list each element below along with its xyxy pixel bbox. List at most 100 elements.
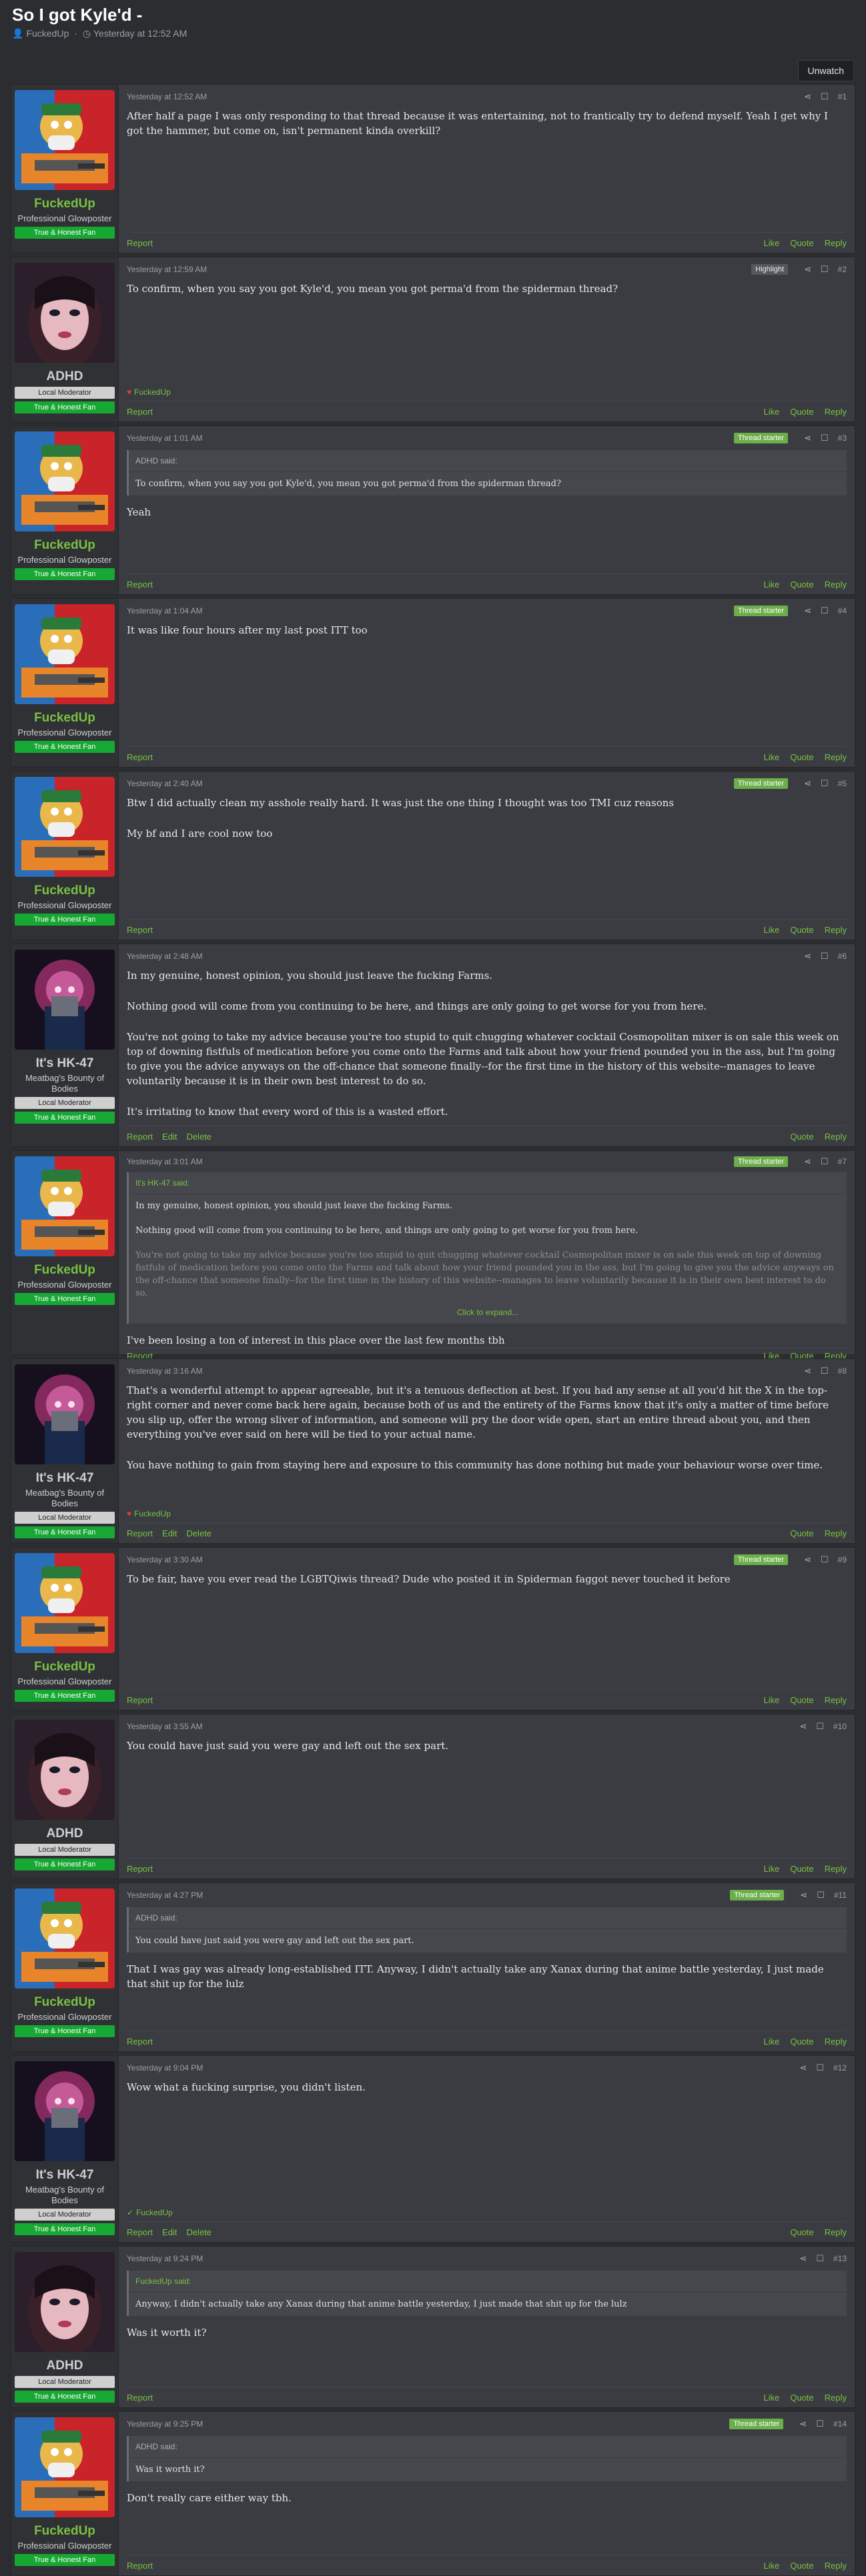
- post-number[interactable]: #10: [833, 1722, 847, 1731]
- avatar[interactable]: [15, 1553, 115, 1653]
- share-icon[interactable]: ⋖: [799, 2063, 807, 2073]
- unwatch-button[interactable]: Unwatch: [797, 60, 854, 81]
- quote-button[interactable]: Quote: [790, 1132, 813, 1142]
- bookmark-icon[interactable]: ☐: [816, 1721, 824, 1732]
- share-icon[interactable]: ⋖: [804, 605, 811, 616]
- edit-link[interactable]: Edit: [162, 1132, 177, 1142]
- post-number[interactable]: #4: [838, 606, 847, 615]
- bookmark-icon[interactable]: ☐: [821, 1366, 829, 1376]
- reply-button[interactable]: Reply: [825, 2393, 847, 2403]
- avatar[interactable]: [15, 90, 115, 190]
- like-button[interactable]: Like: [763, 407, 779, 417]
- post-number[interactable]: #8: [838, 1366, 847, 1376]
- post-number[interactable]: #3: [838, 433, 847, 443]
- reply-button[interactable]: Reply: [825, 1132, 847, 1142]
- like-button[interactable]: Like: [763, 2561, 779, 2571]
- post-date[interactable]: Yesterday at 9:24 PM: [127, 2254, 790, 2263]
- share-icon[interactable]: ⋖: [804, 1156, 811, 1167]
- like-button[interactable]: Like: [763, 1695, 779, 1705]
- avatar[interactable]: [15, 950, 115, 1050]
- post-number[interactable]: #13: [833, 2254, 847, 2263]
- username[interactable]: FuckedUp: [11, 884, 118, 898]
- report-link[interactable]: Report: [127, 1864, 153, 1874]
- username[interactable]: FuckedUp: [11, 1660, 118, 1674]
- quote-button[interactable]: Quote: [790, 407, 813, 417]
- share-icon[interactable]: ⋖: [799, 1721, 807, 1732]
- reply-button[interactable]: Reply: [825, 2561, 847, 2571]
- reaction-bar[interactable]: ♥ FuckedUp: [127, 383, 847, 401]
- quote-author[interactable]: It's HK-47 said:: [129, 1172, 847, 1194]
- like-button[interactable]: Like: [763, 925, 779, 935]
- quote-button[interactable]: Quote: [790, 1695, 813, 1705]
- thread-author[interactable]: FuckedUp: [26, 28, 69, 39]
- report-link[interactable]: Report: [127, 1695, 153, 1705]
- avatar[interactable]: [15, 2252, 115, 2352]
- delete-link[interactable]: Delete: [186, 2227, 211, 2237]
- username[interactable]: It's HK-47: [11, 1056, 118, 1071]
- share-icon[interactable]: ⋖: [804, 1366, 811, 1376]
- avatar[interactable]: [15, 2417, 115, 2517]
- avatar[interactable]: [15, 263, 115, 363]
- post-number[interactable]: #5: [838, 779, 847, 788]
- share-icon[interactable]: ⋖: [804, 264, 811, 275]
- username[interactable]: FuckedUp: [11, 711, 118, 726]
- bookmark-icon[interactable]: ☐: [821, 605, 829, 616]
- report-link[interactable]: Report: [127, 1132, 153, 1142]
- reply-button[interactable]: Reply: [825, 925, 847, 935]
- bookmark-icon[interactable]: ☐: [816, 2419, 824, 2429]
- bookmark-icon[interactable]: ☐: [821, 778, 829, 789]
- post-date[interactable]: Yesterday at 3:01 AM: [127, 1157, 734, 1166]
- bookmark-icon[interactable]: ☐: [821, 1554, 829, 1565]
- quote-button[interactable]: Quote: [790, 238, 813, 248]
- post-number[interactable]: #2: [838, 265, 847, 274]
- reaction-user[interactable]: FuckedUp: [136, 2208, 173, 2217]
- username[interactable]: FuckedUp: [11, 1995, 118, 2010]
- report-link[interactable]: Report: [127, 752, 153, 762]
- thread-date[interactable]: Yesterday at 12:52 AM: [93, 28, 187, 39]
- bookmark-icon[interactable]: ☐: [816, 2253, 824, 2264]
- share-icon[interactable]: ⋖: [800, 1890, 807, 1900]
- click-to-expand[interactable]: Click to expand...: [129, 1305, 847, 1324]
- bookmark-icon[interactable]: ☐: [816, 2063, 824, 2073]
- reaction-user[interactable]: FuckedUp: [134, 387, 171, 397]
- quote-author[interactable]: ADHD said:: [129, 2436, 847, 2458]
- bookmark-icon[interactable]: ☐: [821, 1156, 829, 1167]
- report-link[interactable]: Report: [127, 579, 153, 589]
- report-link[interactable]: Report: [127, 407, 153, 417]
- quote-button[interactable]: Quote: [790, 2037, 813, 2047]
- post-number[interactable]: #1: [838, 92, 847, 101]
- reply-button[interactable]: Reply: [825, 238, 847, 248]
- bookmark-icon[interactable]: ☐: [817, 1890, 825, 1900]
- post-date[interactable]: Yesterday at 1:04 AM: [127, 606, 734, 615]
- avatar[interactable]: [15, 2061, 115, 2161]
- reply-button[interactable]: Reply: [825, 1864, 847, 1874]
- quote-button[interactable]: Quote: [790, 925, 813, 935]
- like-button[interactable]: Like: [763, 2393, 779, 2403]
- edit-link[interactable]: Edit: [162, 2227, 177, 2237]
- reply-button[interactable]: Reply: [825, 1695, 847, 1705]
- delete-link[interactable]: Delete: [186, 1132, 211, 1142]
- post-date[interactable]: Yesterday at 3:55 AM: [127, 1722, 790, 1731]
- username[interactable]: FuckedUp: [11, 1263, 118, 1278]
- quote-author[interactable]: FuckedUp said:: [129, 2271, 847, 2293]
- reply-button[interactable]: Reply: [825, 407, 847, 417]
- post-date[interactable]: Yesterday at 9:25 PM: [127, 2419, 729, 2429]
- share-icon[interactable]: ⋖: [804, 778, 811, 789]
- post-date[interactable]: Yesterday at 1:01 AM: [127, 433, 734, 443]
- post-date[interactable]: Yesterday at 12:59 AM: [127, 265, 751, 274]
- share-icon[interactable]: ⋖: [804, 1554, 811, 1565]
- quote-button[interactable]: Quote: [790, 579, 813, 589]
- avatar[interactable]: [15, 604, 115, 704]
- quote-button[interactable]: Quote: [790, 752, 813, 762]
- avatar[interactable]: [15, 1156, 115, 1256]
- username[interactable]: FuckedUp: [11, 197, 118, 211]
- quote-author[interactable]: ADHD said:: [129, 450, 847, 472]
- quote-button[interactable]: Quote: [790, 2561, 813, 2571]
- post-number[interactable]: #7: [838, 1157, 847, 1166]
- like-button[interactable]: Like: [763, 752, 779, 762]
- reply-button[interactable]: Reply: [825, 2037, 847, 2047]
- avatar[interactable]: [15, 777, 115, 877]
- bookmark-icon[interactable]: ☐: [821, 91, 829, 102]
- reaction-bar[interactable]: ♥ FuckedUp: [127, 1505, 847, 1522]
- username[interactable]: ADHD: [11, 1826, 118, 1841]
